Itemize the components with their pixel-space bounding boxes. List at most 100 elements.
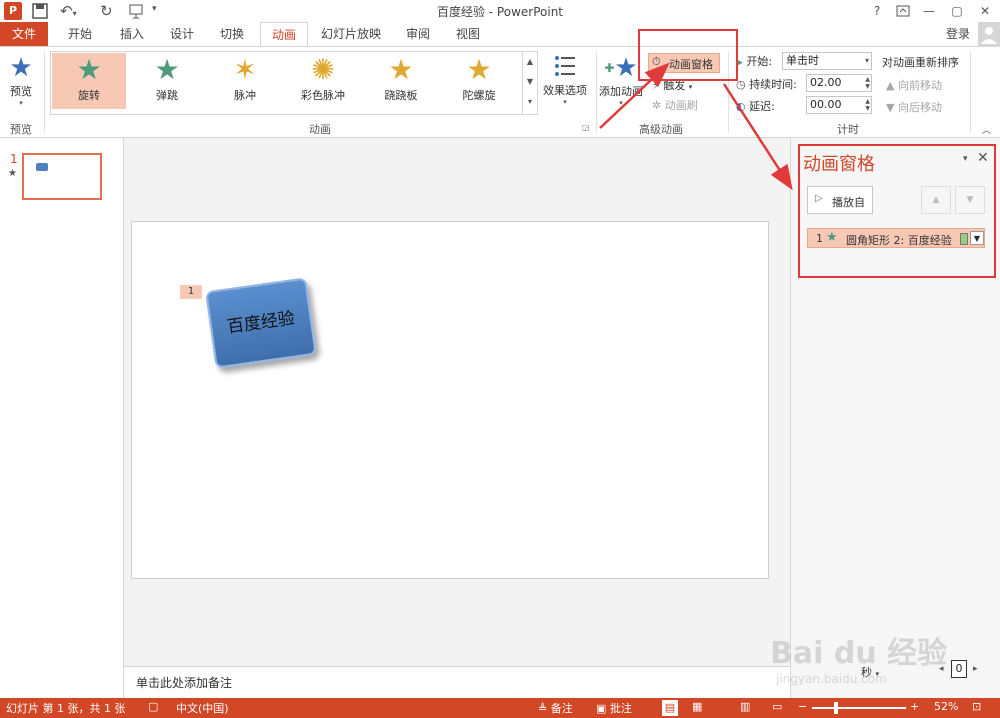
zoom-thumb[interactable] <box>834 702 838 714</box>
start-value: 单击时 <box>786 54 819 67</box>
zoom-slider[interactable] <box>812 702 906 714</box>
add-animation-label: 添加动画 <box>599 85 643 98</box>
duration-value: 02.00 <box>810 76 842 89</box>
arrow-down-icon: ▼ <box>886 101 895 114</box>
advanced-group-label: 高级动画 <box>639 123 683 136</box>
spin-icon: ▲ ▼ <box>865 98 870 112</box>
delay-label: ◐ 延迟: <box>736 100 775 113</box>
slideshow-icon[interactable]: ▭ <box>772 700 782 713</box>
zoom-level[interactable]: 52% <box>934 700 958 713</box>
spelling-icon[interactable]: ▢ <box>148 700 158 713</box>
zoom-out-icon[interactable]: − <box>798 700 807 713</box>
tab-review[interactable]: 审阅 <box>396 22 440 46</box>
restore-button[interactable]: ▢ <box>944 0 970 22</box>
animation-group-label: 动画 <box>309 123 331 136</box>
start-select[interactable]: 单击时 ▾ <box>782 52 872 70</box>
gallery-item-spinner[interactable]: ★ 陀螺旋 <box>442 53 516 109</box>
gallery-item-label: 陀螺旋 <box>462 89 496 102</box>
avatar[interactable] <box>978 22 1000 46</box>
arrow-up-icon: ▲ <box>886 79 895 92</box>
callout-box-pane <box>798 144 996 278</box>
tab-animations[interactable]: 动画 <box>260 22 308 47</box>
thumbnail-pane: 1 ★ <box>0 138 124 698</box>
animation-painter-button[interactable]: ✲ 动画刷 <box>652 97 698 113</box>
slide-number: 1 <box>10 152 18 166</box>
status-bar: 幻灯片 第 1 张，共 1 张 ▢ 中文(中国) ≜ 备注 ▣ 批注 ▤ ▦ ▥… <box>0 698 1000 718</box>
collapse-ribbon-icon[interactable]: ︿ <box>982 123 991 136</box>
close-button[interactable]: ✕ <box>972 0 998 22</box>
effect-options-icon <box>555 56 575 76</box>
duration-input[interactable]: 02.00 ▲ ▼ <box>806 74 872 92</box>
comments-button[interactable]: ▣ 批注 <box>596 700 632 716</box>
move-later-button[interactable]: ▼ 向后移动 <box>886 99 942 115</box>
bounce-star-icon: ★ <box>154 53 180 86</box>
animation-star-icon: ★ <box>8 168 17 179</box>
notes-area[interactable]: 单击此处添加备注 <box>124 666 790 698</box>
preview-label: 预览 <box>10 85 32 98</box>
callout-box-ribbon <box>638 29 738 81</box>
title-bar: P ↶▾ ↻ ▾ 百度经验 - PowerPoint ? — ▢ ✕ <box>0 0 1000 22</box>
ribbon-display-button[interactable] <box>890 0 916 22</box>
slide-info: 幻灯片 第 1 张，共 1 张 <box>6 702 126 715</box>
watermark-text: Bai du 经验 <box>770 636 948 671</box>
tab-insert[interactable]: 插入 <box>110 22 154 46</box>
gallery-item-teeter[interactable]: ★ 跷跷板 <box>364 53 438 109</box>
gallery-item-pulse[interactable]: ✶ 脉冲 <box>208 53 282 109</box>
effect-options-label: 效果选项 <box>543 84 587 97</box>
comments-icon: ▣ <box>596 702 607 715</box>
spin-star-icon: ★ <box>76 53 102 86</box>
help-button[interactable]: ? <box>864 0 890 22</box>
duration-label: ◷ 持续时间: <box>736 78 797 91</box>
gallery-item-label: 跷跷板 <box>384 89 418 102</box>
gallery-item-bounce[interactable]: ★ 弹跳 <box>130 53 204 109</box>
rounded-rectangle-shape[interactable]: 百度经验 <box>205 277 317 369</box>
gallery-item-label: 弹跳 <box>156 89 178 102</box>
gallery-item-color-pulse[interactable]: ✺ 彩色脉冲 <box>286 53 360 109</box>
delay-value: 00.00 <box>810 98 842 111</box>
move-earlier-button[interactable]: ▲ 向前移动 <box>886 77 942 93</box>
notes-placeholder: 单击此处添加备注 <box>136 676 233 690</box>
tab-file[interactable]: 文件 <box>0 22 48 46</box>
tab-slideshow[interactable]: 幻灯片放映 <box>314 22 388 46</box>
ribbon: ★ 预览 ▾ 预览 ★ 旋转 ★ 弹跳 ✶ 脉冲 ✺ 彩色脉冲 ★ 跷跷板 ★ … <box>0 46 1000 138</box>
minimize-button[interactable]: — <box>916 0 942 22</box>
gallery-item-label: 脉冲 <box>234 89 256 102</box>
preview-group-label: 预览 <box>10 123 32 136</box>
start-label: ▶ 开始: <box>736 55 773 68</box>
tab-view[interactable]: 视图 <box>446 22 490 46</box>
slide-thumbnail[interactable] <box>22 153 102 200</box>
language[interactable]: 中文(中国) <box>176 700 229 716</box>
gallery-item-spin[interactable]: ★ 旋转 <box>52 53 126 109</box>
effect-options-button[interactable]: 效果选项 ▾ <box>540 53 590 109</box>
dialog-launcher-icon[interactable]: ◲ <box>582 123 590 132</box>
reorder-label: 对动画重新排序 <box>882 56 959 69</box>
tab-transitions[interactable]: 切换 <box>210 22 254 46</box>
delay-icon: ◐ <box>736 100 746 113</box>
spin-icon: ▲ ▼ <box>865 76 870 90</box>
notes-button[interactable]: ≜ 备注 <box>538 700 573 716</box>
preview-button[interactable]: ★ 预览 ▾ <box>4 53 38 109</box>
tab-home[interactable]: 开始 <box>58 22 102 46</box>
color-pulse-star-icon: ✺ <box>311 53 335 86</box>
painter-icon: ✲ <box>652 99 662 112</box>
pulse-star-icon: ✶ <box>233 53 257 86</box>
normal-view-icon[interactable]: ▤ <box>662 700 678 716</box>
painter-label: 动画刷 <box>664 99 698 112</box>
window-title: 百度经验 - PowerPoint <box>436 5 564 19</box>
timing-group-label: 计时 <box>837 123 859 136</box>
delay-input[interactable]: 00.00 ▲ ▼ <box>806 96 872 114</box>
notes-icon: ≜ <box>538 702 548 715</box>
reading-view-icon[interactable]: ▥ <box>740 700 750 713</box>
fit-slide-icon[interactable]: ⊡ <box>972 700 981 713</box>
teeter-star-icon: ★ <box>388 53 414 86</box>
zoom-in-icon[interactable]: + <box>910 700 919 713</box>
animation-order-tag[interactable]: 1 <box>180 285 202 299</box>
watermark-url: jingyan.baidu.com <box>776 672 887 686</box>
gallery-scroll[interactable]: ▲ ▼ ▾ <box>522 52 537 114</box>
ribbon-tabs: 文件 开始 插入 设计 切换 动画 幻灯片放映 审阅 视图 登录 <box>0 22 1000 47</box>
slide-sorter-icon[interactable]: ▦ <box>692 700 702 713</box>
gallery-item-label: 彩色脉冲 <box>301 89 345 102</box>
slide-canvas[interactable]: 1 百度经验 <box>131 221 769 579</box>
login-link[interactable]: 登录 <box>938 22 978 46</box>
tab-design[interactable]: 设计 <box>160 22 204 46</box>
